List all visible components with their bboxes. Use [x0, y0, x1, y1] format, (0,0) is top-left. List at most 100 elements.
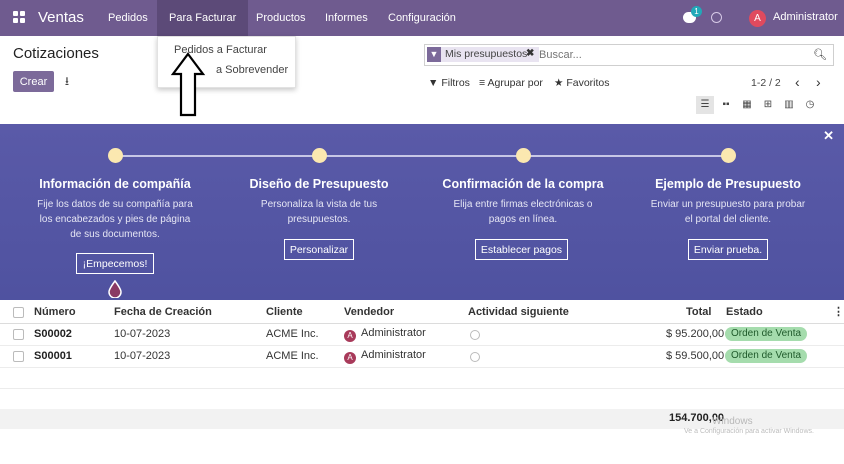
status-badge: Orden de Venta — [725, 349, 808, 363]
salesperson-avatar: A — [344, 330, 356, 342]
column-options-icon[interactable]: ⋮ — [833, 305, 844, 318]
step-order-confirmation: Confirmación de la compra Elija entre fi… — [423, 177, 623, 227]
lets-start-button[interactable]: ¡Empecemos! — [76, 253, 154, 274]
cell-number: S00002 — [34, 328, 72, 340]
table-row[interactable]: S00002 10-07-2023 ACME Inc. A Administrat… — [0, 323, 844, 346]
cell-date: 10-07-2023 — [114, 350, 171, 362]
step-dot — [721, 148, 736, 163]
step-title: Ejemplo de Presupuesto — [655, 177, 801, 191]
search-box[interactable]: ▼ Mis presupuestos ✖ 🔍︎ — [424, 44, 834, 66]
status-badge: Orden de Venta — [725, 327, 808, 341]
menu-informes[interactable]: Informes — [313, 0, 380, 36]
star-icon: ★ — [554, 77, 564, 89]
row-checkbox[interactable] — [13, 351, 24, 362]
group-by-button[interactable]: ≡ Agrupar por — [479, 77, 543, 89]
favorites-button[interactable]: ★ Favoritos — [554, 77, 610, 89]
annotation-arrow — [170, 52, 206, 117]
top-navbar: Ventas Pedidos Para Facturar Productos I… — [0, 0, 844, 36]
create-button[interactable]: Crear — [13, 71, 54, 92]
step-desc: de sus documentos. — [70, 229, 160, 240]
progress-line — [115, 155, 729, 157]
activity-clock-icon[interactable] — [470, 352, 480, 362]
step-quotation-layout: Diseño de Presupuesto Personaliza la vis… — [219, 177, 419, 227]
facet-label: Mis presupuestos — [445, 48, 528, 60]
col-customer[interactable]: Cliente — [266, 306, 303, 318]
windows-watermark: Windows — [712, 416, 753, 427]
chat-badge: 1 — [691, 6, 702, 17]
pivot-view-icon[interactable]: ⊞ — [759, 96, 777, 114]
kanban-view-icon[interactable]: ▪▪ — [717, 96, 735, 114]
step-title: Confirmación de la compra — [442, 177, 604, 191]
app-brand[interactable]: Ventas — [38, 9, 84, 26]
col-status[interactable]: Estado — [726, 306, 763, 318]
select-all-checkbox[interactable] — [13, 307, 24, 318]
cell-salesperson: A Administrator — [344, 349, 426, 364]
filters-label: Filtros — [441, 77, 470, 89]
graph-view-icon[interactable]: ▥ — [780, 96, 798, 114]
col-date[interactable]: Fecha de Creación — [114, 306, 212, 318]
apps-menu-icon[interactable] — [13, 11, 26, 24]
menu-item-upsell[interactable]: a Sobrevender — [216, 64, 288, 76]
step-desc: Fije los datos de su compañía para — [37, 199, 193, 210]
cell-number: S00001 — [34, 350, 72, 362]
close-banner-icon[interactable]: ✕ — [823, 128, 834, 144]
step-dot — [108, 148, 123, 163]
step-title: Información de compañía — [39, 177, 191, 191]
step-dot — [312, 148, 327, 163]
filters-button[interactable]: ▼ Filtros — [428, 77, 470, 89]
activity-view-icon[interactable]: ◷ — [801, 96, 819, 114]
cell-customer: ACME Inc. — [266, 328, 319, 340]
step-company-info: Información de compañía Fije los datos d… — [15, 177, 215, 242]
step-desc: presupuestos. — [287, 214, 351, 225]
user-avatar[interactable]: A — [749, 10, 766, 27]
salesperson-name: Administrator — [361, 327, 426, 339]
set-payments-button[interactable]: Establecer pagos — [475, 239, 568, 260]
droplet-marker-icon — [108, 280, 122, 298]
windows-watermark-hint: Ve a Configuración para activar Windows. — [684, 428, 814, 435]
list-icon: ≡ — [479, 77, 486, 89]
list-view-icon[interactable]: ☰ — [696, 96, 714, 114]
group-by-label: Agrupar por — [487, 77, 543, 89]
cell-salesperson: A Administrator — [344, 327, 426, 342]
salesperson-avatar: A — [344, 352, 356, 364]
menu-configuracion[interactable]: Configuración — [376, 0, 468, 36]
salesperson-name: Administrator — [361, 349, 426, 361]
pager-value[interactable]: 1-2 / 2 — [751, 77, 781, 89]
calendar-view-icon[interactable]: ▦ — [738, 96, 756, 114]
favorites-label: Favoritos — [566, 77, 610, 89]
step-sample-quotation: Ejemplo de Presupuesto Enviar un presupu… — [628, 177, 828, 227]
search-input[interactable] — [539, 47, 799, 62]
col-total[interactable]: Total — [686, 306, 711, 318]
step-desc: Personaliza la vista de tus — [260, 199, 378, 210]
row-checkbox[interactable] — [13, 329, 24, 340]
funnel-icon: ▼ — [428, 77, 439, 89]
pager-next-icon[interactable]: › — [816, 74, 821, 90]
page-title: Cotizaciones — [13, 45, 99, 62]
table-row[interactable]: S00001 10-07-2023 ACME Inc. A Administrat… — [0, 345, 844, 368]
col-next-activity[interactable]: Actividad siguiente — [468, 306, 569, 318]
cell-total: $ 95.200,00 — [666, 328, 725, 340]
col-salesperson[interactable]: Vendedor — [344, 306, 394, 318]
user-name[interactable]: Administrator — [773, 11, 838, 23]
step-title: Diseño de Presupuesto — [249, 177, 389, 191]
menu-productos[interactable]: Productos — [244, 0, 318, 36]
remove-facet-icon[interactable]: ✖ — [526, 48, 534, 59]
customize-button[interactable]: Personalizar — [284, 239, 354, 260]
step-desc: pagos en línea. — [488, 214, 558, 225]
cell-customer: ACME Inc. — [266, 350, 319, 362]
menu-pedidos[interactable]: Pedidos — [96, 0, 160, 36]
empty-row — [0, 388, 844, 410]
cell-date: 10-07-2023 — [114, 328, 171, 340]
pager-prev-icon[interactable]: ‹ — [795, 74, 800, 90]
col-number[interactable]: Número — [34, 306, 76, 318]
cell-total: $ 59.500,00 — [666, 350, 725, 362]
menu-para-facturar[interactable]: Para Facturar — [157, 0, 249, 36]
activity-clock-icon[interactable] — [470, 330, 480, 340]
onboarding-banner: ✕ Información de compañía Fije los datos… — [0, 124, 844, 300]
filter-facet: ▼ Mis presupuestos ✖ — [427, 47, 539, 62]
step-desc: Elija entre firmas electrónicas o — [453, 199, 593, 210]
send-sample-button[interactable]: Enviar prueba. — [688, 239, 768, 260]
activity-clock-icon[interactable] — [711, 12, 722, 23]
search-icon[interactable]: 🔍︎ — [813, 48, 827, 61]
download-icon[interactable]: ⭳ — [58, 71, 76, 92]
